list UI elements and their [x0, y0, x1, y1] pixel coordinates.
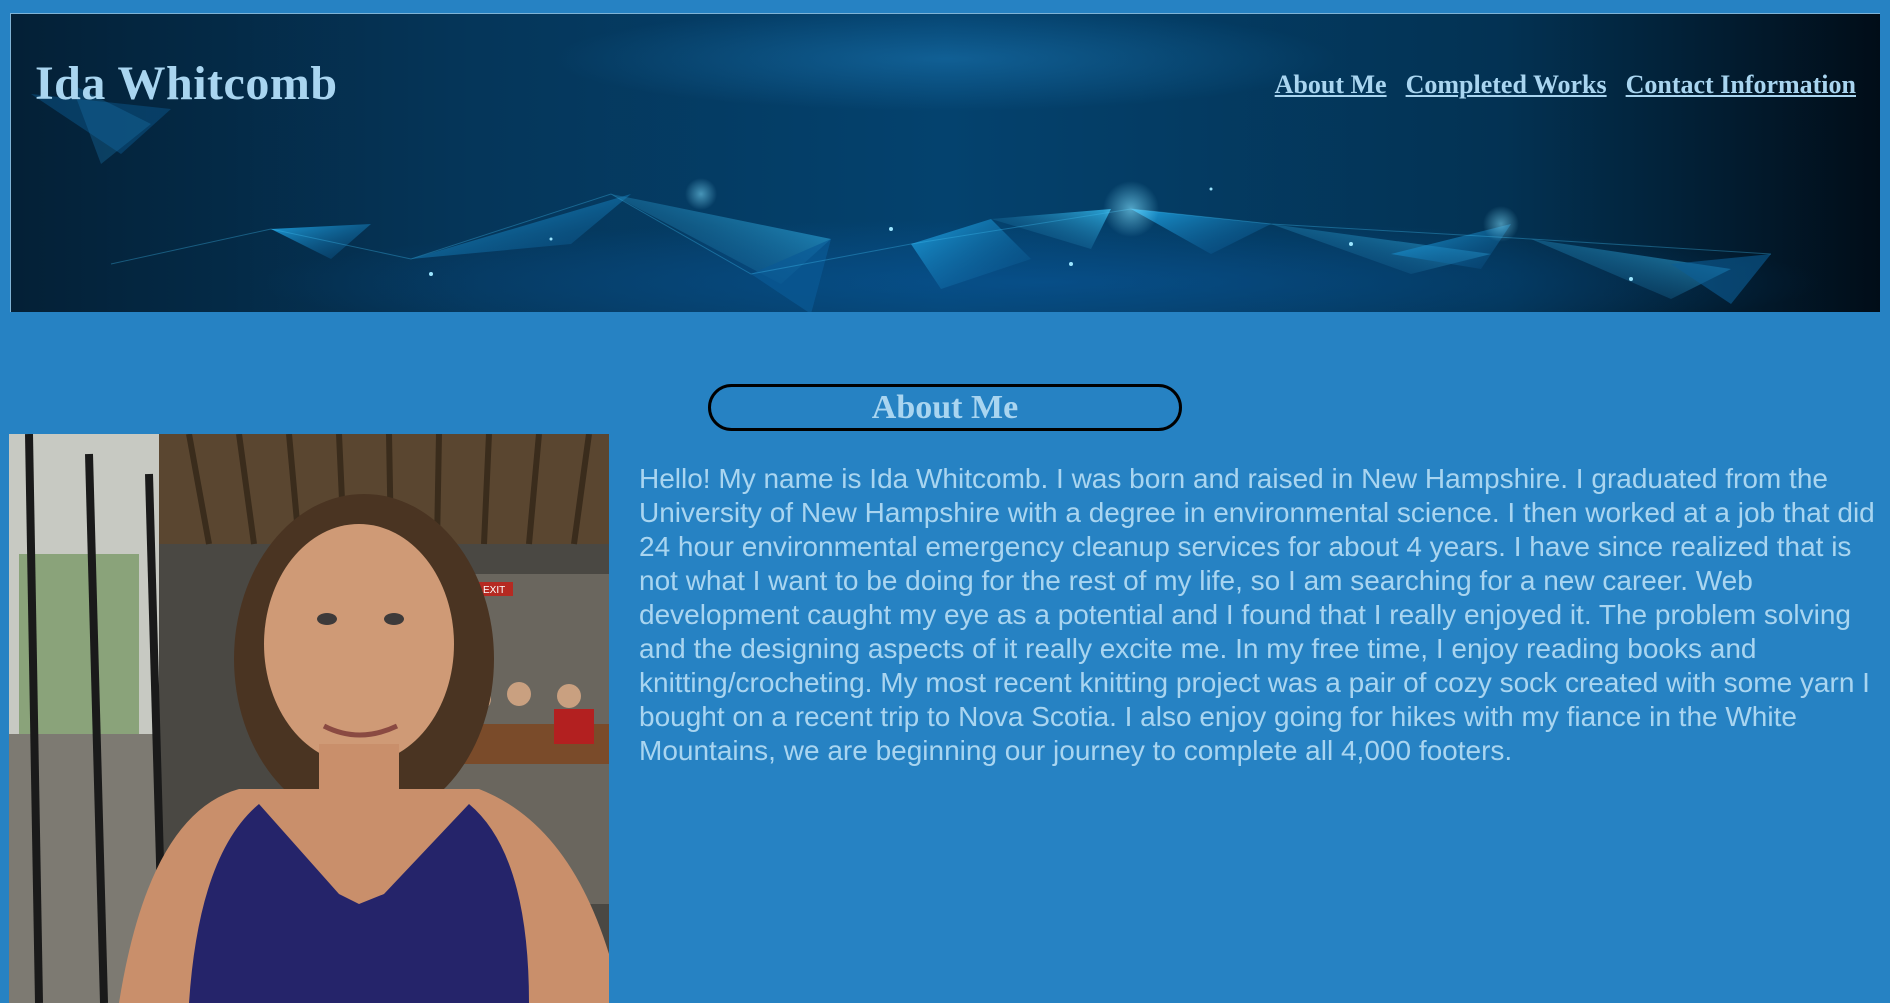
main-nav: About Me Completed Works Contact Informa… [1275, 70, 1856, 100]
nav-link-contact-information[interactable]: Contact Information [1626, 70, 1856, 100]
exit-sign-text: EXIT [483, 585, 505, 596]
site-title: Ida Whitcomb [35, 57, 338, 110]
bio-paragraph: Hello! My name is Ida Whitcomb. I was bo… [639, 463, 1875, 766]
hero-banner: Ida Whitcomb About Me Completed Works Co… [10, 13, 1880, 312]
about-me-heading: About Me [708, 384, 1182, 432]
portrait-photo: EXIT [9, 434, 609, 1003]
nav-link-about-me[interactable]: About Me [1275, 70, 1387, 100]
nav-link-completed-works[interactable]: Completed Works [1406, 70, 1607, 100]
